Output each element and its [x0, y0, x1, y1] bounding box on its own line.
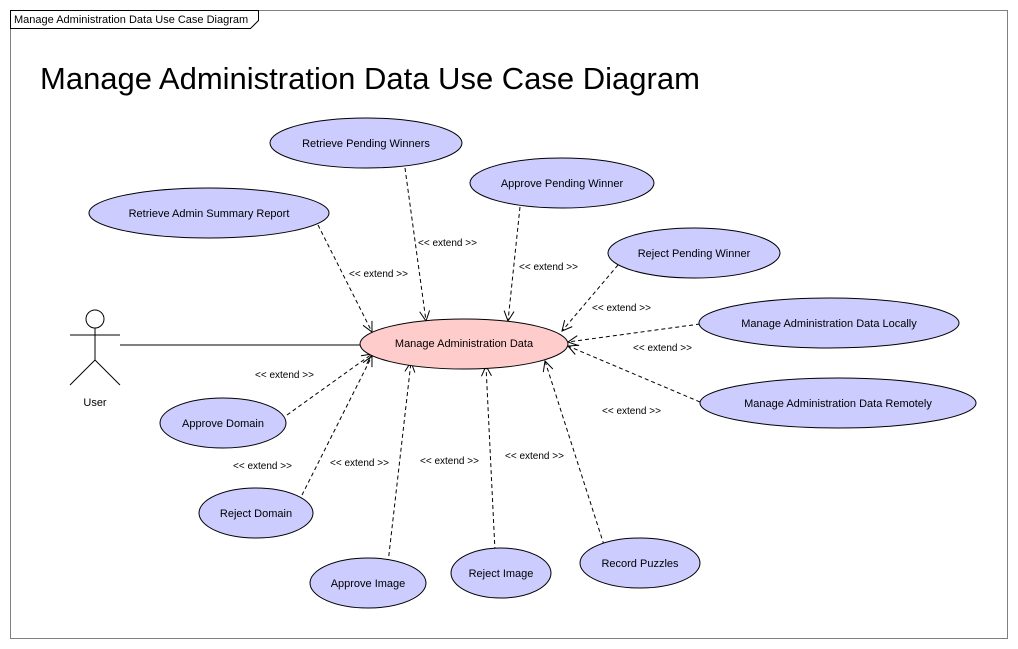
extend-label: << extend >>: [330, 458, 389, 469]
extend-label: << extend >>: [592, 303, 651, 314]
actor-head: [85, 309, 105, 329]
use-case-reject-domain[interactable]: Reject Domain: [198, 487, 314, 539]
use-case-label: Approve Pending Winner: [501, 178, 624, 190]
frame-tab-label: Manage Administration Data Use Case Diag…: [14, 14, 248, 26]
use-case-approve-domain[interactable]: Approve Domain: [159, 397, 287, 449]
use-case-approve-image[interactable]: Approve Image: [309, 557, 427, 609]
use-case-label: Approve Image: [331, 578, 406, 590]
use-case-label: Manage Administration Data Remotely: [744, 398, 932, 410]
use-case-reject-image[interactable]: Reject Image: [450, 547, 552, 599]
use-case-manage-administration-data-remotely[interactable]: Manage Administration Data Remotely: [699, 377, 977, 429]
extend-label: << extend >>: [420, 456, 479, 467]
extend-label: << extend >>: [633, 343, 692, 354]
extend-label: << extend >>: [349, 269, 408, 280]
main-use-case-label: Manage Administration Data: [395, 338, 534, 350]
extend-label: << extend >>: [418, 238, 477, 249]
use-case-label: Reject Image: [469, 568, 534, 580]
use-case-approve-pending-winner[interactable]: Approve Pending Winner: [469, 157, 655, 209]
use-case-reject-pending-winner[interactable]: Reject Pending Winner: [607, 227, 781, 279]
extend-label: << extend >>: [519, 262, 578, 273]
use-case-diagram: Manage Administration Data Use Case Diag…: [10, 10, 1008, 639]
diagram-title: Manage Administration Data Use Case Diag…: [40, 61, 700, 96]
use-case-label: Reject Domain: [220, 508, 292, 520]
extend-label: << extend >>: [505, 451, 564, 462]
use-case-record-puzzles[interactable]: Record Puzzles: [579, 537, 701, 589]
main-use-case[interactable]: Manage Administration Data: [359, 318, 569, 370]
extend-label: << extend >>: [255, 370, 314, 381]
extend-label: << extend >>: [233, 461, 292, 472]
use-case-label: Retrieve Admin Summary Report: [129, 208, 290, 220]
use-case-manage-administration-data-locally[interactable]: Manage Administration Data Locally: [698, 297, 960, 349]
use-case-retrieve-pending-winners[interactable]: Retrieve Pending Winners: [269, 117, 463, 169]
use-case-label: Approve Domain: [182, 418, 264, 430]
use-case-retrieve-admin-summary-report[interactable]: Retrieve Admin Summary Report: [88, 187, 330, 239]
use-case-label: Manage Administration Data Locally: [741, 318, 917, 330]
extend-label: << extend >>: [602, 406, 661, 417]
use-case-label: Retrieve Pending Winners: [302, 138, 430, 150]
use-case-label: Record Puzzles: [601, 558, 679, 570]
actor-label: User: [83, 397, 107, 409]
use-case-label: Reject Pending Winner: [638, 248, 751, 260]
